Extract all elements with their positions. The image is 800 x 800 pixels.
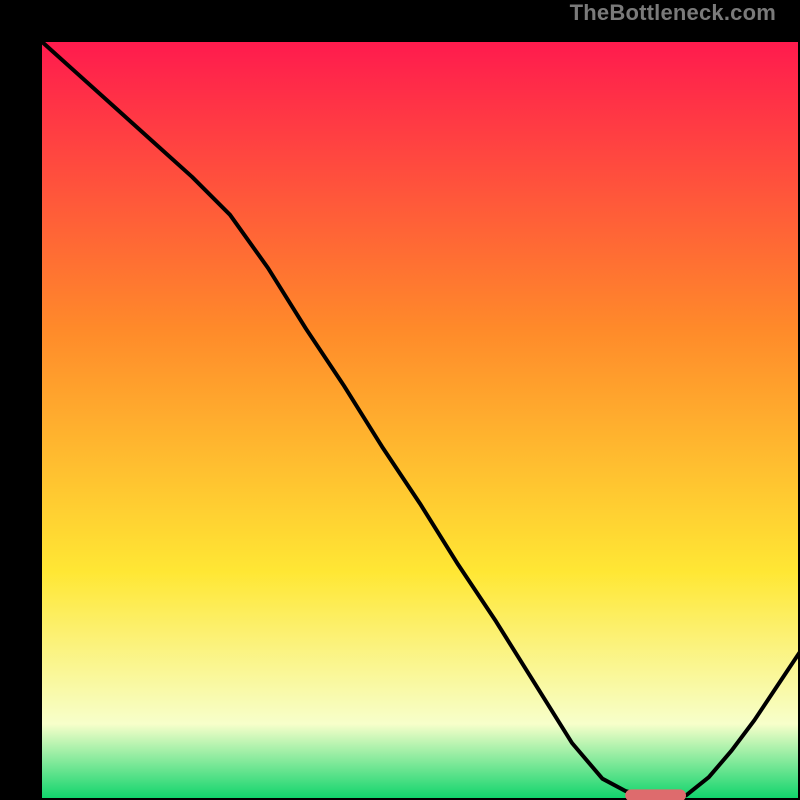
- gradient-background: [40, 40, 800, 800]
- bottleneck-chart: [40, 40, 800, 800]
- chart-frame: [20, 20, 780, 780]
- watermark-text: TheBottleneck.com: [570, 0, 776, 26]
- optimum-marker: [625, 789, 686, 800]
